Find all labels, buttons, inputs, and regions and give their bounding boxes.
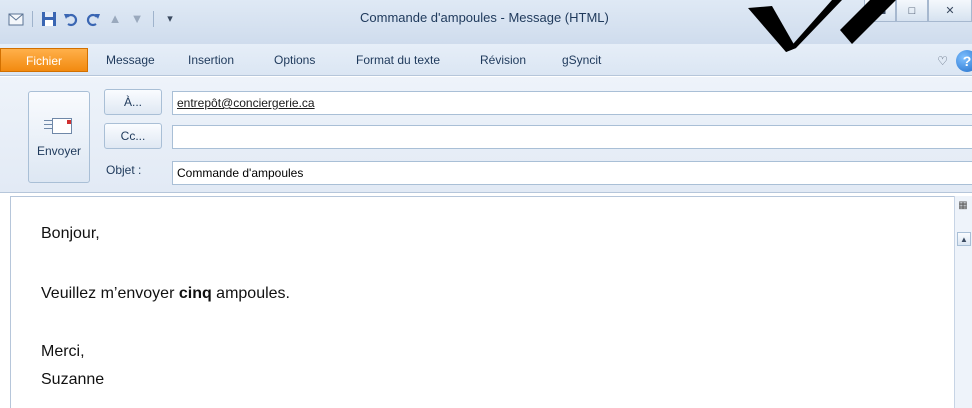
tab-fichier[interactable]: Fichier <box>0 48 88 72</box>
tab-insertion[interactable]: Insertion <box>182 48 240 72</box>
window-controls: ▬ □ ✕ <box>864 0 972 22</box>
minimize-button[interactable]: ▬ <box>864 0 896 22</box>
to-button[interactable]: À... <box>104 89 162 115</box>
message-body-editor[interactable]: Bonjour, Veuillez m’envoyer cinq ampoule… <box>10 196 972 408</box>
save-icon[interactable] <box>41 11 57 27</box>
undo-icon[interactable] <box>63 11 79 27</box>
tab-options[interactable]: Options <box>268 48 321 72</box>
tab-message[interactable]: Message <box>100 48 161 72</box>
send-button[interactable]: Envoyer <box>28 91 90 183</box>
up-icon[interactable]: ▲ <box>107 11 123 27</box>
scroll-up-icon: ▲ <box>960 234 968 244</box>
body-request-after: ampoules. <box>211 285 290 302</box>
body-request-before: Veuillez m’envoyer <box>41 285 179 302</box>
minimize-icon: ▬ <box>874 4 886 17</box>
send-button-label: Envoyer <box>36 144 82 158</box>
send-envelope-icon <box>44 116 74 136</box>
close-icon: ✕ <box>945 5 955 17</box>
tab-revision[interactable]: Révision <box>474 48 532 72</box>
ribbon-collapse-icon[interactable]: ♡ <box>937 54 948 68</box>
customize-icon[interactable]: ▾ <box>162 11 178 27</box>
to-field[interactable]: entrepôt@conciergerie.ca <box>172 91 972 115</box>
outlook-icon[interactable] <box>8 11 24 27</box>
title-bar: ▲ ▼ ▾ Commande d'ampoules - Message (HTM… <box>0 0 972 44</box>
to-recipient: entrepôt@conciergerie.ca <box>177 96 315 110</box>
window-title: Commande d'ampoules - Message (HTML) <box>360 10 609 25</box>
subject-field[interactable]: Commande d'ampoules <box>172 161 972 185</box>
ruler-toggle-icon[interactable]: ▦ <box>957 200 969 214</box>
close-button[interactable]: ✕ <box>928 0 972 22</box>
cc-button[interactable]: Cc... <box>104 123 162 149</box>
body-greeting: Bonjour, <box>41 225 100 242</box>
cc-field[interactable] <box>172 125 972 149</box>
tab-format-du-texte[interactable]: Format du texte <box>350 48 446 72</box>
down-icon[interactable]: ▼ <box>129 11 145 27</box>
help-icon[interactable]: ? <box>956 50 972 72</box>
toolbar-separator <box>153 11 154 27</box>
outlook-compose-window: ▲ ▼ ▾ Commande d'ampoules - Message (HTM… <box>0 0 972 408</box>
ribbon-tabs: Fichier Message Insertion Options Format… <box>0 44 972 76</box>
redo-icon[interactable] <box>85 11 101 27</box>
ribbon-right-controls: ♡ ? <box>937 50 972 72</box>
tab-gsyncit[interactable]: gSyncit <box>556 48 607 72</box>
maximize-button[interactable]: □ <box>896 0 928 22</box>
vertical-scrollbar[interactable]: ▦ ▲ <box>954 196 972 408</box>
message-header: Envoyer À... Cc... Objet : entrepôt@conc… <box>0 77 972 193</box>
body-signature: Suzanne <box>41 371 105 388</box>
scroll-up-button[interactable]: ▲ <box>957 232 971 246</box>
toolbar-separator <box>32 11 33 27</box>
maximize-icon: □ <box>908 4 916 17</box>
subject-label: Objet : <box>106 163 142 177</box>
body-request-line: Veuillez m’envoyer cinq ampoules. <box>41 285 290 303</box>
body-closing: Merci, <box>41 343 85 360</box>
quick-access-toolbar: ▲ ▼ ▾ <box>8 8 178 30</box>
body-request-bold: cinq <box>178 285 212 302</box>
